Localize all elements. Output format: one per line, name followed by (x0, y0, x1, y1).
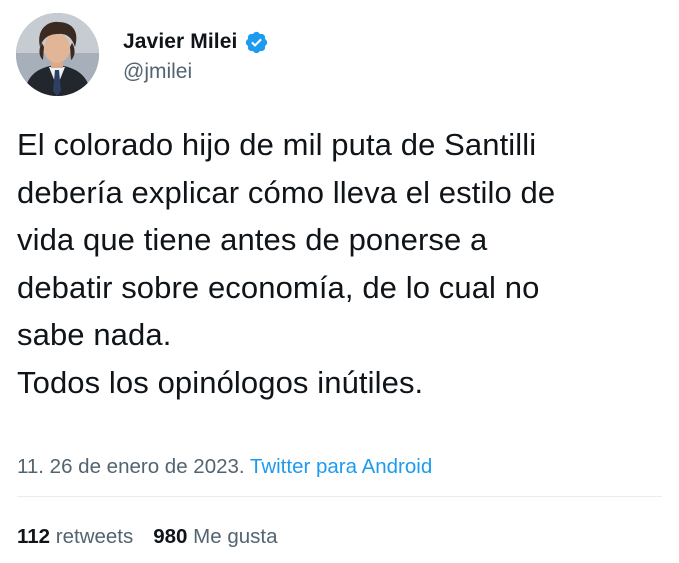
tweet-timestamp[interactable]: 11. 26 de enero de 2023. (17, 455, 250, 478)
author-names: Javier Milei @jmilei (123, 28, 269, 84)
tweet-text: El colorado hijo de mil puta de Santilli… (17, 127, 556, 400)
likes-count: 980 (153, 525, 188, 548)
retweets-stat[interactable]: 112 retweets (17, 525, 133, 549)
author-handle[interactable]: @jmilei (123, 60, 269, 84)
likes-stat[interactable]: 980 Me gusta (153, 525, 277, 549)
retweets-count: 112 (17, 525, 51, 548)
tweet-stats: 112 retweets 980 Me gusta (17, 525, 278, 549)
avatar[interactable] (16, 13, 99, 96)
tweet-header: Javier Milei @jmilei (16, 13, 269, 96)
verified-badge-icon (244, 30, 269, 55)
tweet-source-link[interactable]: Twitter para Android (250, 455, 432, 478)
retweets-label: retweets (50, 525, 134, 548)
likes-label: Me gusta (187, 525, 278, 548)
tweet-card: Javier Milei @jmilei El colorado hijo de… (0, 0, 679, 563)
tweet-meta: 11. 26 de enero de 2023. Twitter para An… (17, 455, 432, 479)
divider (17, 496, 662, 497)
name-row: Javier Milei (123, 28, 269, 56)
author-display-name[interactable]: Javier Milei (123, 30, 237, 54)
